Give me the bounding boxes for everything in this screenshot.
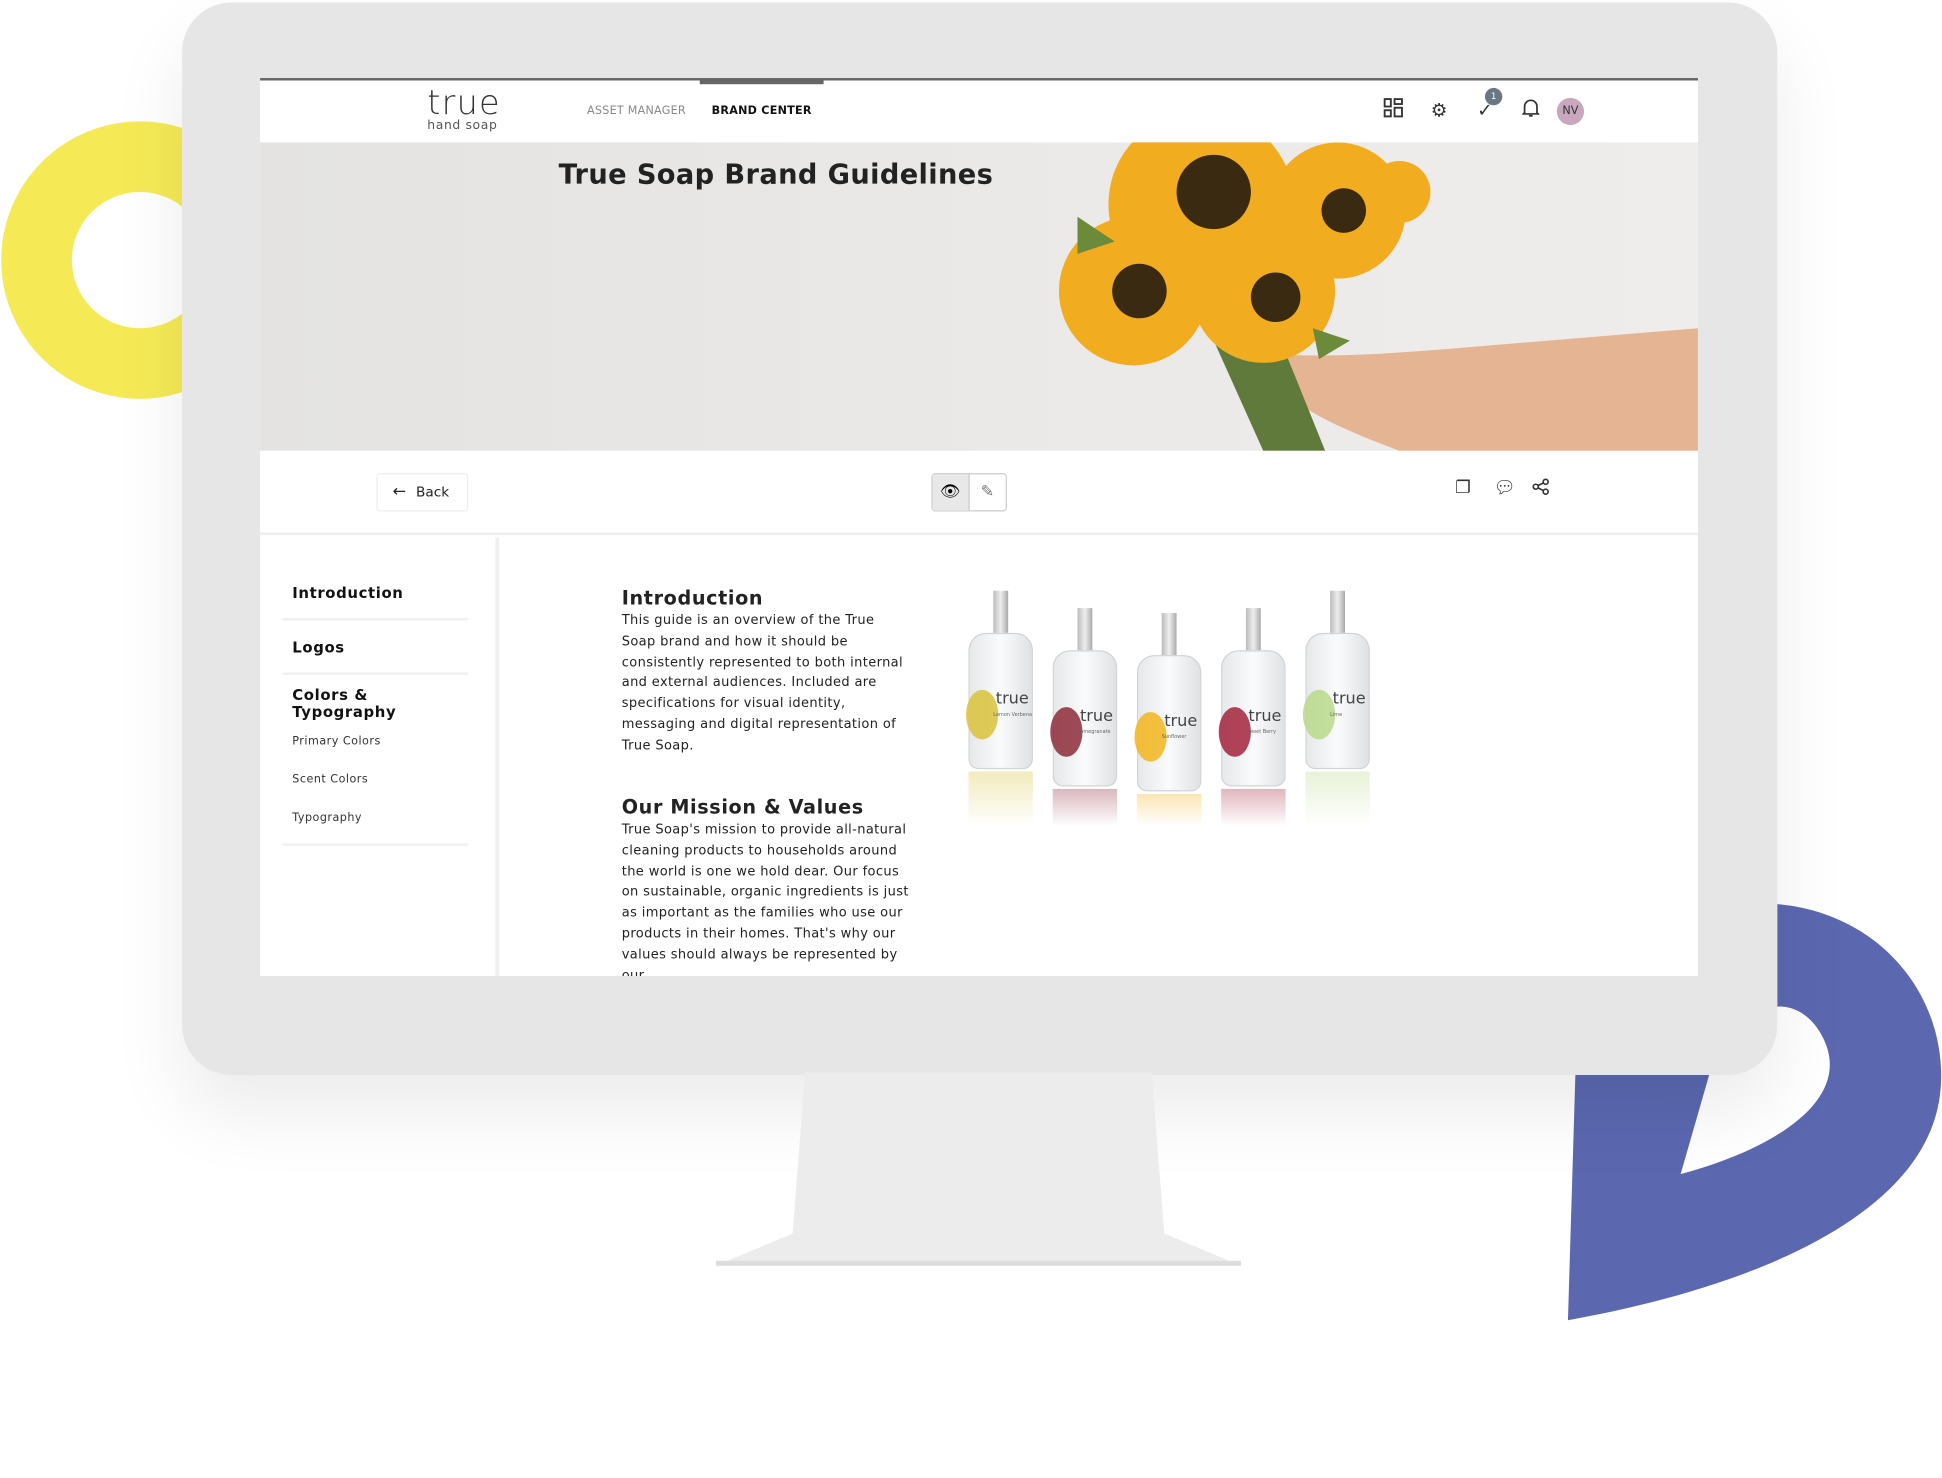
copy-icon[interactable]: ❐ — [1455, 478, 1471, 498]
page-title: True Soap Brand Guidelines — [558, 159, 994, 191]
nav-asset-manager[interactable]: ASSET MANAGER — [587, 81, 686, 143]
nav-brand-center[interactable]: BRAND CENTER — [699, 80, 824, 143]
section-introduction: Introduction This guide is an overview o… — [622, 587, 909, 756]
section-heading: Introduction — [621, 587, 764, 610]
divider — [282, 672, 469, 675]
sidebar-subitem-primary-colors[interactable]: Primary Colors — [292, 736, 380, 748]
eye-icon[interactable]: 👁 — [932, 474, 970, 511]
apps-grid-icon[interactable] — [1381, 98, 1406, 123]
bottle-label: true — [1332, 689, 1366, 709]
bottle-scent: Sweet Berry — [1245, 728, 1277, 735]
true-logo[interactable]: true hand soap — [427, 85, 501, 133]
app-screen: true hand soap ASSET MANAGER BRAND CENTE… — [260, 78, 1698, 976]
bell-icon[interactable] — [1518, 98, 1543, 123]
sidebar-subitem-typography[interactable]: Typography — [292, 812, 362, 824]
section-mission-values: Our Mission & Values True Soap's mission… — [622, 796, 914, 976]
bottle-scent: Lemon Verbena — [993, 710, 1033, 718]
sidebar-subitem-scent-colors[interactable]: Scent Colors — [292, 774, 368, 786]
bottle-scent: Sunflower — [1161, 733, 1187, 740]
product-bottles-image: true Lemon Verbena true Pomegranate true… — [964, 590, 1385, 845]
sunflower-bouquet-image — [1058, 142, 1698, 451]
top-header: true hand soap ASSET MANAGER BRAND CENTE… — [260, 80, 1698, 143]
arrow-left-icon: ← — [392, 483, 407, 502]
pencil-icon[interactable]: ✎ — [969, 474, 1006, 510]
sidebar-item-introduction[interactable]: Introduction — [292, 585, 403, 602]
sidebar-item-logos[interactable]: Logos — [292, 639, 344, 656]
avatar[interactable]: NV — [1556, 97, 1585, 126]
bottle-label: true — [1248, 707, 1282, 726]
bottle-label: true — [995, 689, 1029, 709]
sidebar-item-colors-typography[interactable]: Colors & Typography — [292, 686, 428, 721]
section-body: True Soap's mission to provide all-natur… — [621, 822, 909, 976]
section-heading: Our Mission & Values — [621, 796, 864, 819]
bottle-scent: Pomegranate — [1077, 728, 1111, 735]
soap-bottle: true Sweet Berry — [1216, 608, 1290, 827]
divider — [282, 618, 469, 621]
content-toolbar: ← Back 👁 ✎ ❐ 💬︎ — [260, 450, 1698, 536]
hero-banner: True Soap Brand Guidelines — [260, 142, 1698, 451]
bottle-label: true — [1164, 712, 1198, 731]
soap-bottle: true Lemon Verbena — [964, 590, 1038, 827]
bottle-scent: Lime — [1330, 710, 1343, 718]
back-button[interactable]: ← Back — [376, 473, 469, 512]
sidebar: Introduction Logos Colors & Typography P… — [260, 537, 500, 976]
soap-bottle: true Lime — [1300, 590, 1374, 827]
section-body: This guide is an overview of the True So… — [621, 613, 904, 753]
gear-icon[interactable]: ⚙ — [1427, 98, 1452, 123]
comment-icon[interactable]: 💬︎ — [1494, 478, 1516, 498]
soap-bottle: true Sunflower — [1132, 613, 1206, 827]
monitor-stand — [715, 1072, 1241, 1266]
bottle-label: true — [1079, 707, 1114, 726]
soap-bottle: true Pomegranate — [1048, 608, 1122, 827]
share-icon[interactable] — [1532, 478, 1549, 500]
tasks-badge: 1 — [1484, 87, 1503, 106]
view-edit-toggle: 👁 ✎ — [931, 473, 1007, 512]
divider — [282, 843, 469, 846]
